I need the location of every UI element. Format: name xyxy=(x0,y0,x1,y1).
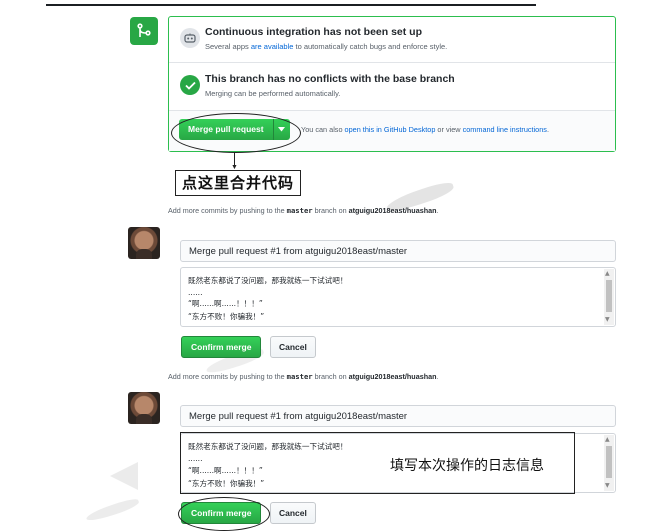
ci-sub-suffix: to automatically catch bugs and enforce … xyxy=(293,42,448,51)
annotation-log-text: 填写本次操作的日志信息 xyxy=(390,458,544,474)
commit-title-input[interactable]: Merge pull request #1 from atguigu2018ea… xyxy=(180,405,616,427)
hint-prefix: Add more commits by pushing to the xyxy=(168,206,287,215)
hint-repo: atguigu2018east/huashan xyxy=(348,372,437,381)
conflict-title: This branch has no conflicts with the ba… xyxy=(205,73,455,85)
hint-mid: branch on xyxy=(312,372,349,381)
annotation-click-here: 点这里合并代码 xyxy=(175,170,301,196)
command-line-link[interactable]: command line instructions xyxy=(463,125,547,134)
scroll-thumb[interactable] xyxy=(606,446,612,478)
confirm-merge-button[interactable]: Confirm merge xyxy=(181,336,262,358)
message-line: “东方不败！你骗我！” xyxy=(188,312,265,321)
push-hint: Add more commits by pushing to the maste… xyxy=(168,372,438,381)
alternative-options-text: You can also open this in GitHub Desktop… xyxy=(301,125,549,134)
commit-message-textarea[interactable]: 既然老东都说了没问题，那我就练一下试试吧！ ...... “啊......啊..… xyxy=(180,267,616,327)
hint-branch: master xyxy=(286,206,313,215)
cancel-button[interactable]: Cancel xyxy=(270,336,316,358)
scroll-down-icon[interactable]: ▼ xyxy=(605,482,610,490)
scroll-thumb[interactable] xyxy=(606,280,612,312)
commit-title-input[interactable]: Merge pull request #1 from atguigu2018ea… xyxy=(180,240,616,262)
also-mid: or view xyxy=(435,125,463,134)
hint-suffix: . xyxy=(436,206,439,215)
apps-available-link[interactable]: are available xyxy=(251,42,294,51)
watermark-stroke xyxy=(84,496,141,524)
git-merge-icon xyxy=(130,17,158,45)
top-divider xyxy=(46,4,536,6)
ci-subtitle: Several apps are available to automatica… xyxy=(205,42,447,51)
check-icon xyxy=(180,75,200,95)
cancel-button[interactable]: Cancel xyxy=(270,502,316,524)
hint-branch: master xyxy=(286,372,313,381)
conflict-status-row: This branch has no conflicts with the ba… xyxy=(169,63,615,111)
scroll-down-icon[interactable]: ▼ xyxy=(605,316,610,324)
message-line: ...... xyxy=(188,288,203,297)
ci-status-row: Continuous integration has not been set … xyxy=(169,17,615,63)
annotation-ellipse xyxy=(171,113,301,153)
textarea-scrollbar[interactable]: ▲ ▼ xyxy=(604,435,614,491)
message-line: 既然老东都说了没问题，那我就练一下试试吧！ xyxy=(188,276,348,285)
hint-prefix: Add more commits by pushing to the xyxy=(168,372,287,381)
ci-icon xyxy=(180,28,200,48)
ci-sub-prefix: Several apps xyxy=(205,42,251,51)
conflict-subtitle: Merging can be performed automatically. xyxy=(205,89,341,98)
push-hint: Add more commits by pushing to the maste… xyxy=(168,206,438,215)
scroll-up-icon[interactable]: ▲ xyxy=(605,436,610,444)
textarea-scrollbar[interactable]: ▲ ▼ xyxy=(604,269,614,325)
annotation-ellipse xyxy=(178,497,270,531)
hint-mid: branch on xyxy=(312,206,349,215)
hint-suffix: . xyxy=(436,372,439,381)
also-prefix: You can also xyxy=(301,125,345,134)
scroll-up-icon[interactable]: ▲ xyxy=(605,270,610,278)
ci-title: Continuous integration has not been set … xyxy=(205,26,422,38)
watermark-stroke xyxy=(110,462,138,490)
avatar xyxy=(128,392,160,424)
also-suffix: . xyxy=(546,125,549,134)
github-desktop-link[interactable]: open this in GitHub Desktop xyxy=(345,125,436,134)
hint-repo: atguigu2018east/huashan xyxy=(348,206,437,215)
message-line: “啊......啊......！！！” xyxy=(188,299,263,308)
avatar xyxy=(128,227,160,259)
